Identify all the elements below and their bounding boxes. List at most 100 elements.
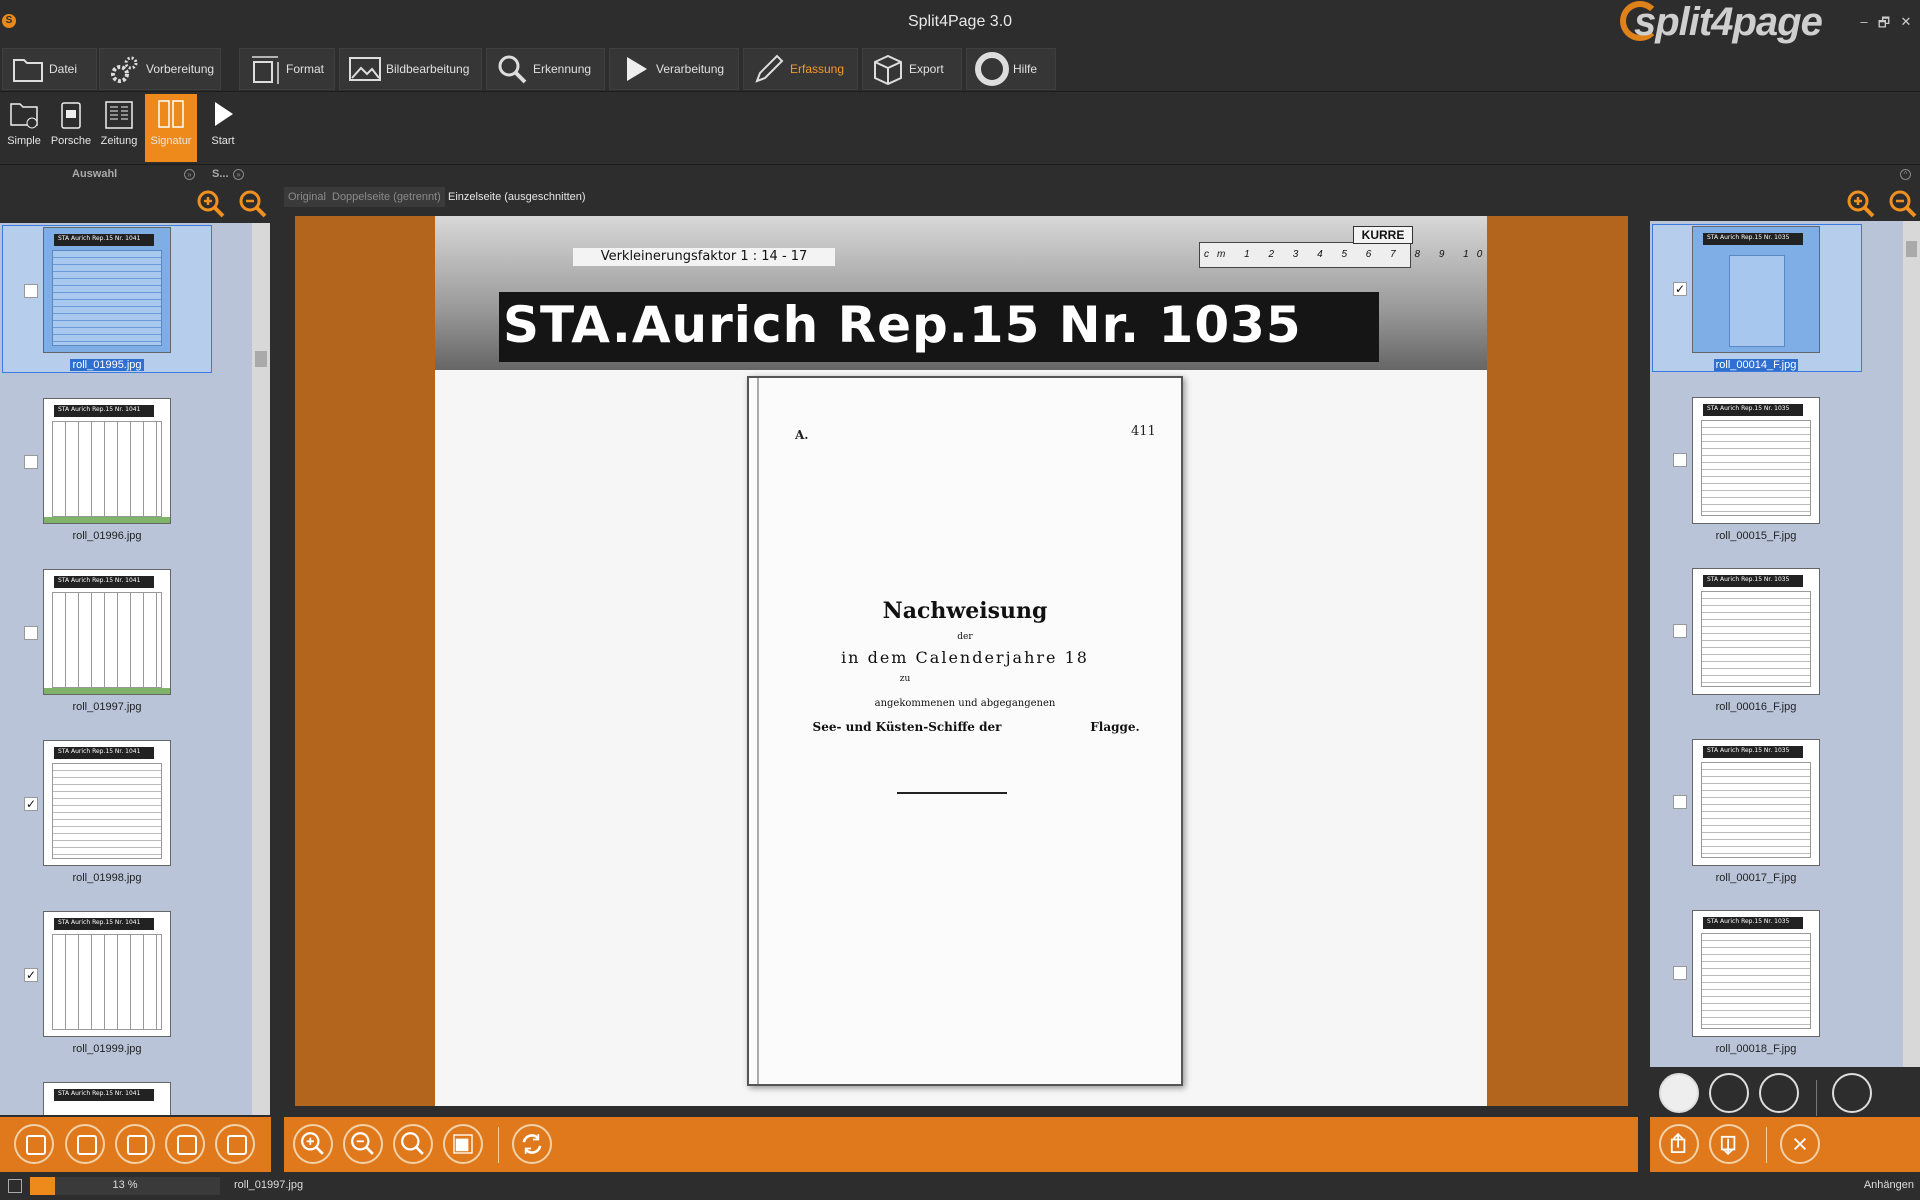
- panel-header-row: Auswahl » S... » ^: [0, 165, 1920, 183]
- close-button[interactable]: ✕: [1898, 14, 1914, 30]
- refresh-button[interactable]: [512, 1124, 552, 1164]
- right-zoom-bar: [1650, 185, 1920, 223]
- panel-title-second: S...: [212, 168, 229, 180]
- restore-button[interactable]: 🗗: [1876, 14, 1892, 36]
- fit-page-button[interactable]: [443, 1124, 483, 1164]
- collapse-left-button[interactable]: »: [184, 169, 195, 180]
- list-item[interactable]: STA Aurich Rep.15 Nr. 1035 roll_00018_F.…: [1650, 907, 1903, 1067]
- separator: [1766, 1127, 1767, 1163]
- tool-porsche[interactable]: Porsche: [48, 94, 94, 162]
- viewer-action-bar: [284, 1117, 1638, 1172]
- zoom-in-icon[interactable]: [1846, 189, 1876, 219]
- minimize-button[interactable]: –: [1856, 14, 1872, 29]
- tab-vorbereitung[interactable]: Vorbereitung: [99, 48, 221, 90]
- tool-label: Simple: [7, 135, 41, 147]
- image-viewer[interactable]: Verkleinerungsfaktor 1 : 14 - 17 cm 1 2 …: [295, 216, 1628, 1106]
- list-item[interactable]: ✓ STA Aurich Rep.15 Nr. 1041 roll_01999.…: [0, 908, 252, 1079]
- tab-doppelseite[interactable]: Doppelseite (getrennt): [328, 187, 445, 207]
- tab-erkennung[interactable]: Erkennung: [486, 48, 605, 90]
- tool-label: Porsche: [50, 135, 92, 147]
- list-item[interactable]: STA Aurich Rep.15 Nr. 1041: [0, 1079, 252, 1115]
- doc-number: 411: [1131, 424, 1156, 439]
- check-all-button[interactable]: [14, 1124, 54, 1164]
- move-prev-button[interactable]: [1709, 1073, 1749, 1113]
- thumb-banner: STA Aurich Rep.15 Nr. 1041: [58, 748, 141, 755]
- move-next-button[interactable]: [1759, 1073, 1799, 1113]
- list-item[interactable]: STA Aurich Rep.15 Nr. 1041 roll_01997.jp…: [0, 566, 252, 737]
- collapse-second-button[interactable]: »: [233, 169, 244, 180]
- item-checkbox[interactable]: [1673, 453, 1687, 467]
- tab-export[interactable]: Export: [862, 48, 962, 90]
- left-scrollbar[interactable]: [252, 223, 270, 1115]
- box-icon: [871, 52, 905, 86]
- zoom-out-icon[interactable]: [1888, 189, 1918, 219]
- tool-zeitung[interactable]: Zeitung: [96, 94, 142, 162]
- scroll-thumb[interactable]: [255, 351, 267, 367]
- item-checkbox[interactable]: [1673, 795, 1687, 809]
- remove-button[interactable]: [1780, 1124, 1820, 1164]
- tool-signatur[interactable]: Signatur: [145, 94, 197, 162]
- tab-einzelseite[interactable]: Einzelseite (ausgeschnitten): [444, 187, 590, 207]
- title-bar: S Split4Page 3.0 split4page – 🗗 ✕: [0, 0, 1920, 46]
- invert-check-button[interactable]: [165, 1124, 205, 1164]
- move-first-button[interactable]: [1659, 1073, 1699, 1113]
- zoom-100-button[interactable]: [393, 1124, 433, 1164]
- circle-toggle-button[interactable]: [1832, 1073, 1872, 1113]
- list-item[interactable]: STA Aurich Rep.15 Nr. 1041 roll_01996.jp…: [0, 395, 252, 566]
- thumbnail-image: STA Aurich Rep.15 Nr. 1041: [43, 911, 171, 1037]
- uncheck-all-button[interactable]: [115, 1124, 155, 1164]
- tab-label: Erfassung: [790, 62, 845, 76]
- thumb-banner: STA Aurich Rep.15 Nr. 1041: [58, 919, 141, 926]
- item-checkbox[interactable]: ✓: [24, 797, 38, 811]
- download-button[interactable]: [1709, 1124, 1749, 1164]
- list-item[interactable]: ✓ STA Aurich Rep.15 Nr. 1035 roll_00014_…: [1650, 223, 1903, 394]
- item-checkbox[interactable]: [24, 284, 38, 298]
- tab-datei[interactable]: Datei: [2, 48, 97, 90]
- tab-label: Format: [286, 62, 325, 76]
- scroll-thumb[interactable]: [1906, 241, 1917, 257]
- tool-label: Signatur: [150, 135, 192, 147]
- separator: [498, 1127, 499, 1163]
- zoom-in-button[interactable]: [293, 1124, 333, 1164]
- item-checkbox[interactable]: [24, 626, 38, 640]
- list-item[interactable]: STA Aurich Rep.15 Nr. 1035 roll_00016_F.…: [1650, 565, 1903, 736]
- tool-simple[interactable]: Simple: [1, 94, 47, 162]
- list-item[interactable]: STA Aurich Rep.15 Nr. 1035 roll_00015_F.…: [1650, 394, 1903, 565]
- tab-erfassung[interactable]: Erfassung: [743, 48, 858, 90]
- item-checkbox[interactable]: [1673, 624, 1687, 638]
- check-selected-button[interactable]: [65, 1124, 105, 1164]
- item-checkbox[interactable]: [1673, 966, 1687, 980]
- tab-label: Export: [909, 62, 944, 76]
- upload-button[interactable]: [1659, 1124, 1699, 1164]
- zoom-out-button[interactable]: [343, 1124, 383, 1164]
- tab-bildbearbeitung[interactable]: Bildbearbeitung: [339, 48, 482, 90]
- copy-checked-button[interactable]: [215, 1124, 255, 1164]
- tab-label: Vorbereitung: [146, 62, 215, 76]
- tool-start[interactable]: Start: [200, 94, 246, 162]
- item-checkbox[interactable]: ✓: [1673, 282, 1687, 296]
- item-checkbox[interactable]: [24, 455, 38, 469]
- doc-letter: A.: [795, 428, 809, 442]
- tool-label: Zeitung: [100, 135, 138, 147]
- doc-line: Flagge.: [1090, 720, 1140, 734]
- clipboard-icon: [56, 98, 86, 130]
- tab-format[interactable]: Format: [239, 48, 335, 90]
- tab-label: Datei: [49, 62, 78, 76]
- list-item[interactable]: ✓ STA Aurich Rep.15 Nr. 1041 roll_01998.…: [0, 737, 252, 908]
- list-item[interactable]: STA Aurich Rep.15 Nr. 1041 roll_01995.jp…: [0, 224, 252, 395]
- tab-hilfe[interactable]: Hilfe: [966, 48, 1056, 90]
- zoom-out-icon[interactable]: [238, 189, 268, 219]
- thumb-banner: STA Aurich Rep.15 Nr. 1035: [1707, 918, 1790, 925]
- zoom-in-icon[interactable]: [196, 189, 226, 219]
- right-scrollbar[interactable]: [1903, 221, 1920, 1067]
- doc-line: in dem Calenderjahre 18: [841, 648, 1089, 667]
- tab-original[interactable]: Original: [284, 187, 330, 207]
- item-filename: roll_00017_F.jpg: [1715, 872, 1797, 884]
- item-checkbox[interactable]: ✓: [24, 968, 38, 982]
- collapse-right-button[interactable]: ^: [1900, 169, 1911, 180]
- tab-verarbeitung[interactable]: Verarbeitung: [609, 48, 739, 90]
- brand-logo: split4page: [1620, 0, 1823, 46]
- item-filename: roll_01997.jpg: [72, 701, 142, 713]
- list-item[interactable]: STA Aurich Rep.15 Nr. 1035 roll_00017_F.…: [1650, 736, 1903, 907]
- thumb-banner: STA Aurich Rep.15 Nr. 1035: [1707, 405, 1790, 412]
